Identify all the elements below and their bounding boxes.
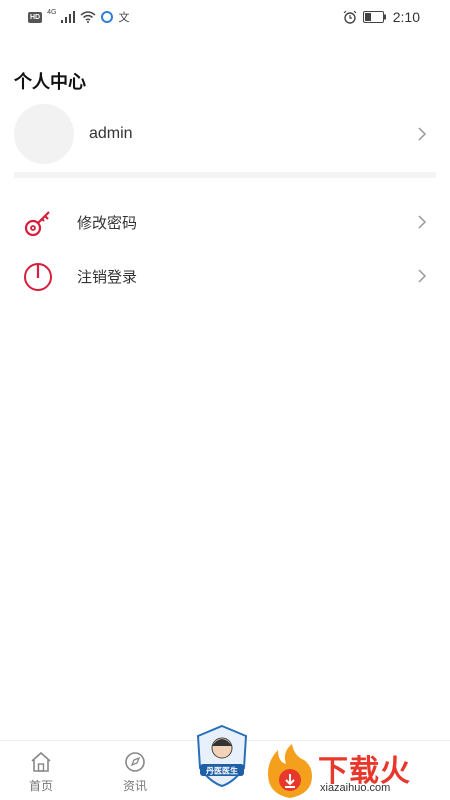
tab-news-label: 资讯 (122, 779, 147, 793)
menu-item-change-password[interactable]: 修改密码 (14, 200, 436, 244)
news-icon (125, 752, 145, 772)
watermark-url: xiazaihuo.com (320, 782, 391, 794)
tab-home[interactable]: 首页 (11, 751, 71, 794)
alarm-icon (343, 10, 357, 24)
flame-logo-icon (268, 744, 312, 798)
status-right: 2:10 (343, 9, 420, 25)
chevron-right-icon (418, 215, 427, 229)
tab-home-label: 首页 (28, 779, 53, 793)
key-icon (24, 211, 50, 237)
network-label: 4G (47, 9, 57, 16)
battery-icon (362, 11, 386, 23)
chevron-right-icon (418, 127, 427, 141)
page-title: 个人中心 (14, 72, 86, 92)
hd-badge: HD (28, 11, 43, 23)
watermark: 下载火 xiazaihuo.com (262, 742, 450, 800)
status-bar: HD 4G 文 2:10 (0, 0, 450, 36)
power-icon (24, 263, 52, 291)
menu-item-label: 注销登录 (77, 268, 138, 286)
username: admin (89, 125, 133, 142)
home-icon (31, 751, 51, 772)
app-glyph: 文 (118, 12, 130, 24)
wifi-icon (80, 11, 96, 23)
status-left: HD 4G 文 (28, 9, 129, 25)
avatar[interactable] (14, 104, 74, 164)
menu-item-label: 修改密码 (77, 214, 138, 232)
chevron-right-icon (418, 269, 427, 283)
center-badge-text: 丹医医生 (205, 766, 238, 776)
status-time: 2:10 (392, 9, 420, 25)
doctor-badge-icon[interactable]: 丹医医生 (194, 724, 250, 788)
signal-icon (61, 11, 76, 23)
menu-item-logout[interactable]: 注销登录 (14, 254, 436, 298)
app-notification-icon (101, 11, 114, 23)
tab-news[interactable]: 资讯 (105, 751, 165, 794)
profile-row[interactable]: admin (14, 104, 436, 164)
section-divider (14, 172, 436, 178)
